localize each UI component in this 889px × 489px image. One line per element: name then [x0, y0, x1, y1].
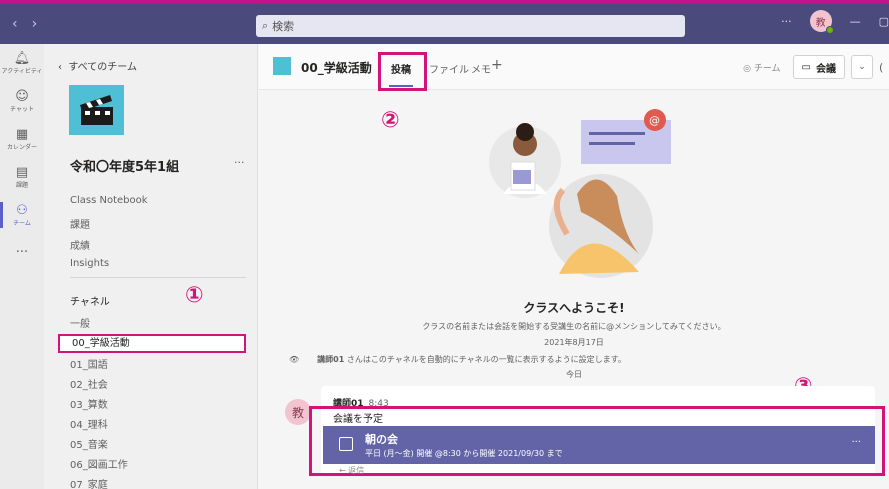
search-input[interactable]: ⌕ 検索: [256, 15, 685, 37]
tab-files[interactable]: ファイル: [429, 61, 469, 76]
system-message-body: さんはこのチャネルを自動的にチャネルの一覧に表示するように設定します。: [346, 355, 626, 364]
channel-header: 00_学級活動 投稿 ファイル メモ + ◎ チーム ▭ 会議 ⌄ (: [259, 44, 889, 91]
all-teams-link[interactable]: ‹ すべてのチーム: [58, 58, 137, 73]
menu-grades[interactable]: 成績: [70, 237, 90, 252]
annotation-number-1: ①: [185, 283, 204, 308]
avatar-initial: 教: [815, 17, 826, 29]
channel-main: 00_学級活動 投稿 ファイル メモ + ◎ チーム ▭ 会議 ⌄ ( ② @ …: [259, 44, 889, 489]
rail-item-calendar[interactable]: ▦ カレンダー: [0, 120, 44, 158]
annotation-number-2: ②: [381, 108, 400, 133]
team-logo: [69, 85, 124, 135]
presence-dot-icon: [825, 26, 834, 34]
team-label: チーム: [753, 63, 781, 74]
author-avatar[interactable]: 教: [285, 399, 311, 425]
welcome-illustration: @: [489, 109, 671, 278]
date-divider: 2021年8月17日: [544, 338, 604, 347]
welcome-title: クラスへようこそ!: [523, 301, 625, 315]
rail-item-assignments[interactable]: ▤ 課題: [0, 158, 44, 196]
system-message-text: 講師01 さんはこのチャネルを自動的にチャネルの一覧に表示するように設定します。: [317, 354, 626, 365]
team-name: 令和〇年度5年1組: [70, 160, 180, 175]
channel-item-japanese[interactable]: 01_国語: [58, 356, 246, 375]
menu-assignments[interactable]: 課題: [70, 216, 90, 231]
rail-label: カレンダー: [6, 143, 37, 151]
more-icon: ···: [15, 245, 29, 260]
channel-item-music[interactable]: 05_音楽: [58, 436, 246, 455]
tab-notes[interactable]: メモ: [471, 61, 491, 76]
system-message: 👁︎ 講師01 さんはこのチャネルを自動的にチャネルの一覧に表示するように設定し…: [289, 354, 626, 365]
team-panel: ‹ すべてのチーム 令和〇年度5年1組 ··· Class Notebook 課…: [44, 44, 258, 489]
channel-item-math[interactable]: 03_算数: [58, 396, 246, 415]
eye-icon: 👁︎: [289, 355, 300, 364]
channel-item-home-economics[interactable]: 07_家庭: [58, 476, 246, 489]
channels-header: チャネル: [70, 297, 110, 308]
add-tab-button[interactable]: +: [491, 57, 503, 73]
title-bar: ‹ › ⌕ 検索 ··· 教 — ▢: [0, 0, 889, 44]
header-actions: ◎ チーム ▭ 会議 ⌄ (: [743, 55, 889, 79]
rail-item-teams[interactable]: ⚇ チーム: [0, 196, 44, 234]
highlight-box-tab: [378, 52, 427, 91]
team-more-button[interactable]: ···: [234, 156, 245, 169]
chevron-down-icon: ⌄: [858, 62, 866, 72]
teams-icon: ⚇: [16, 202, 28, 218]
channel-item-general[interactable]: 一般: [58, 315, 246, 334]
app-rail: 🔔︎ アクティビティ ☺ チャット ▦ カレンダー ▤ 課題 ⚇ チーム ···: [0, 44, 44, 489]
minimize-button[interactable]: —: [850, 15, 861, 28]
more-options-button[interactable]: ···: [781, 15, 792, 28]
chat-icon: ☺: [15, 88, 29, 104]
search-placeholder: 検索: [272, 20, 295, 33]
rail-item-more[interactable]: ···: [0, 234, 44, 272]
channel-icon: [273, 57, 291, 75]
meet-dropdown-button[interactable]: ⌄: [851, 55, 873, 79]
channel-item-art[interactable]: 06_図画工作: [58, 456, 246, 475]
channel-item-class-activities[interactable]: 00_学級活動: [58, 334, 246, 353]
rail-label: アクティビティ: [1, 67, 43, 75]
team-visibility-label: ◎ チーム: [743, 63, 781, 74]
profile-avatar[interactable]: 教: [809, 10, 834, 34]
titlebar-controls: ··· 教 — ▢: [781, 10, 889, 34]
channel-title: 00_学級活動: [301, 61, 372, 75]
rail-label: チャット: [10, 105, 34, 113]
assignments-icon: ▤: [15, 164, 29, 180]
info-icon[interactable]: (: [879, 61, 889, 74]
menu-insights[interactable]: Insights: [70, 258, 109, 269]
rail-item-activity[interactable]: 🔔︎ アクティビティ: [0, 44, 44, 82]
rail-item-chat[interactable]: ☺ チャット: [0, 82, 44, 120]
all-teams-label: すべてのチーム: [68, 62, 137, 73]
divider: [70, 277, 246, 278]
nav-arrows: ‹ ›: [12, 16, 257, 32]
search-icon: ⌕: [262, 19, 269, 32]
reply-button[interactable]: ← 返信: [339, 465, 364, 476]
highlight-box-post: [309, 406, 885, 476]
back-arrow-icon[interactable]: ‹: [12, 16, 18, 32]
calendar-icon: ▦: [15, 126, 29, 142]
channel-item-science[interactable]: 04_理科: [58, 416, 246, 435]
channel-item-social-studies[interactable]: 02_社会: [58, 376, 246, 395]
restore-button[interactable]: ▢: [879, 15, 889, 28]
system-author: 講師01: [317, 355, 345, 364]
rail-label: チーム: [13, 219, 31, 227]
svg-text:@: @: [649, 114, 660, 127]
chevron-left-icon: ‹: [58, 62, 69, 73]
video-camera-icon: ▭: [801, 61, 811, 73]
clapperboard-icon: [79, 95, 113, 125]
meet-button[interactable]: ▭ 会議: [792, 55, 845, 79]
meet-label: 会議: [816, 63, 836, 75]
forward-arrow-icon[interactable]: ›: [32, 16, 38, 32]
welcome-subtitle: クラスの名前または会話を開始する受講生の名前に@メンションしてみてください。: [422, 322, 726, 331]
rail-label: 課題: [15, 181, 28, 189]
menu-class-notebook[interactable]: Class Notebook: [70, 195, 148, 206]
bell-icon: 🔔︎: [13, 50, 31, 66]
